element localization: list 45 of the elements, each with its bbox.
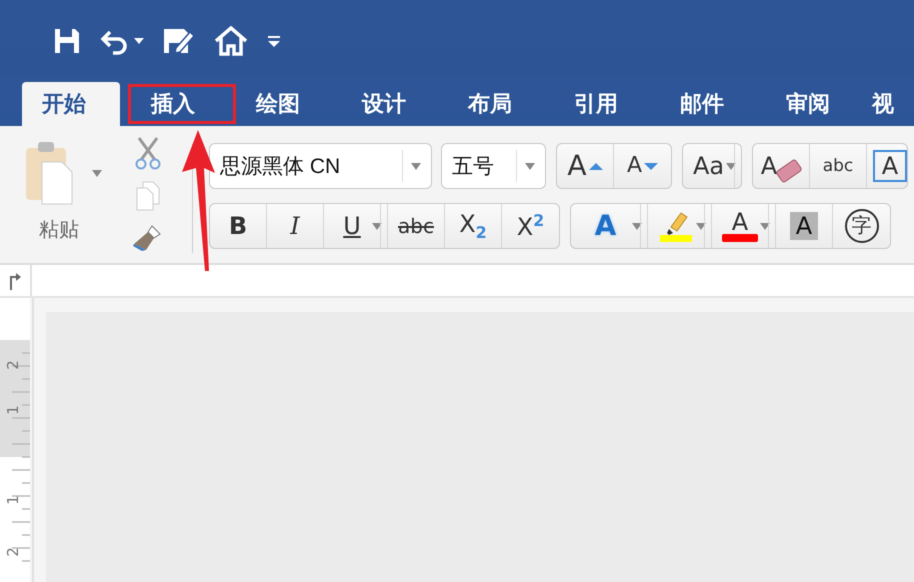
ribbon-tab[interactable]: 审阅 bbox=[766, 82, 864, 126]
paste-label[interactable]: 粘贴 bbox=[39, 216, 79, 243]
bold-button[interactable]: B bbox=[210, 204, 267, 248]
enclose-character-button[interactable]: 字 bbox=[833, 204, 890, 248]
save-button[interactable] bbox=[52, 26, 82, 56]
caret-icon[interactable] bbox=[372, 222, 382, 230]
italic-button[interactable]: I bbox=[267, 204, 324, 248]
caret-icon[interactable] bbox=[726, 162, 736, 170]
grow-font-button[interactable]: A bbox=[557, 144, 614, 188]
ribbon-tab[interactable]: 插入 bbox=[128, 84, 236, 124]
tab-stop-icon[interactable] bbox=[9, 272, 21, 290]
shrink-font-button[interactable]: A bbox=[614, 144, 671, 188]
character-shading-button[interactable]: A bbox=[776, 204, 833, 248]
subscript-button[interactable]: X$_{2}$ bbox=[445, 204, 502, 248]
superscript-button[interactable]: X$^{2}$ bbox=[502, 204, 559, 248]
edit-button[interactable] bbox=[162, 26, 196, 56]
ribbon-tab[interactable]: 绘图 bbox=[236, 82, 334, 126]
font-color-button[interactable]: A bbox=[712, 204, 769, 248]
scissors-icon[interactable] bbox=[134, 136, 162, 170]
phonetic-guide-button[interactable]: abc bbox=[810, 144, 867, 188]
ribbon-tab[interactable]: 引用 bbox=[554, 82, 652, 126]
caret-icon[interactable] bbox=[632, 222, 642, 230]
strikethrough-button[interactable]: abc bbox=[388, 204, 445, 248]
underline-button[interactable]: U bbox=[324, 204, 381, 248]
ruler-number: 2 bbox=[4, 547, 22, 557]
caret-icon[interactable] bbox=[411, 162, 421, 170]
customize-button[interactable] bbox=[266, 33, 282, 49]
ruler-number: 2 bbox=[4, 360, 22, 370]
character-border-button[interactable]: A bbox=[873, 150, 907, 182]
ruler-number: 1 bbox=[4, 495, 22, 505]
caret-icon[interactable] bbox=[525, 162, 535, 170]
caret-icon[interactable] bbox=[92, 170, 102, 176]
ribbon-tab[interactable]: 视 bbox=[872, 82, 896, 126]
caret-icon[interactable] bbox=[696, 222, 706, 230]
font-name-field[interactable]: 思源黑体 CN bbox=[209, 143, 432, 189]
ribbon-tab[interactable]: 邮件 bbox=[660, 82, 758, 126]
clear-formatting-button[interactable]: A bbox=[753, 144, 810, 188]
text-effects-button[interactable]: A bbox=[571, 204, 641, 248]
home-button[interactable] bbox=[214, 26, 248, 56]
ruler-number: 1 bbox=[4, 405, 22, 415]
ribbon-tab[interactable]: 设计 bbox=[342, 82, 440, 126]
font-size-field[interactable]: 五号 bbox=[441, 143, 546, 189]
caret-icon[interactable] bbox=[760, 222, 770, 230]
ribbon-tab[interactable]: 布局 bbox=[448, 82, 546, 126]
ribbon-tab[interactable]: 开始 bbox=[22, 82, 120, 126]
